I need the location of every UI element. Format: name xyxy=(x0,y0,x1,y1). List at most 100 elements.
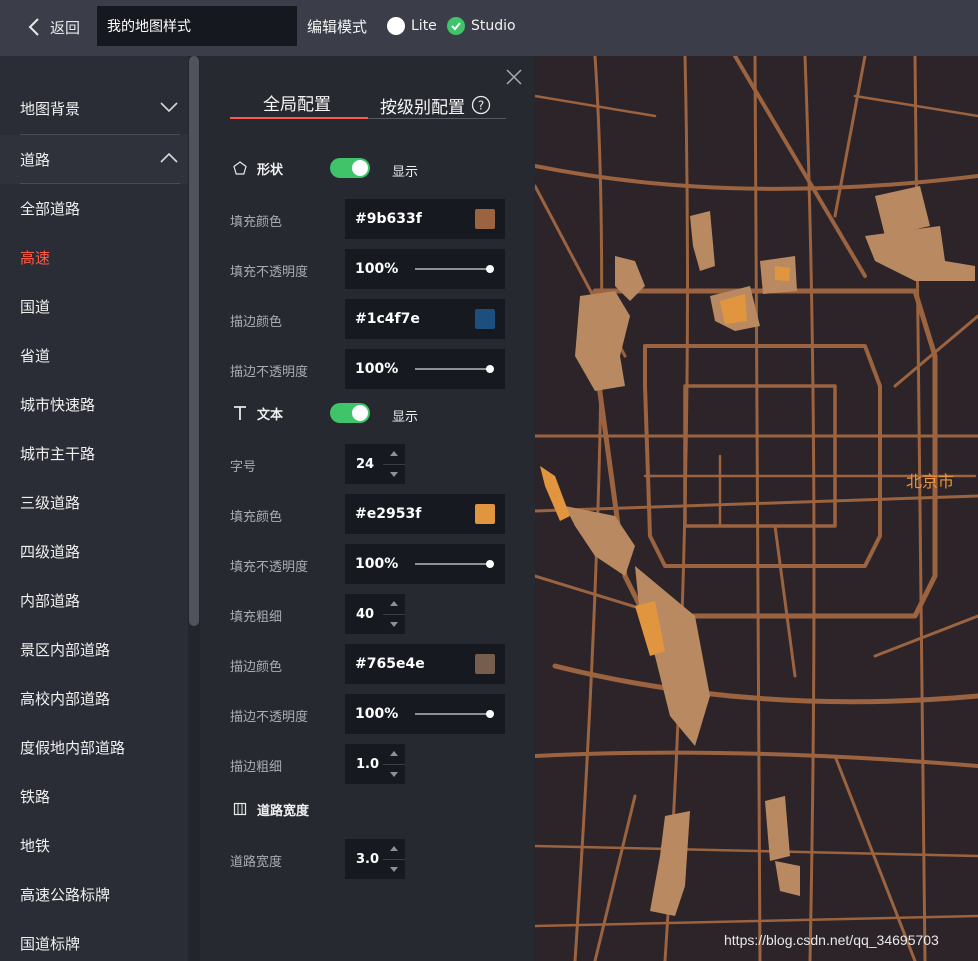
color-value: #765e4e xyxy=(355,656,425,672)
opacity-value: 100% xyxy=(355,261,399,277)
sidebar-item-road-type[interactable]: 国道标牌 xyxy=(0,919,188,961)
opacity-slider[interactable] xyxy=(415,365,494,373)
chevron-left-icon xyxy=(28,18,39,36)
tab-level-config[interactable]: 按级别配置 ? xyxy=(380,90,491,120)
sidebar-item-road-type[interactable]: 度假地内部道路 xyxy=(0,723,188,772)
stepper-arrows xyxy=(383,839,405,879)
color-swatch[interactable] xyxy=(475,504,495,524)
studio-mode-radio[interactable]: Studio xyxy=(447,16,516,36)
sidebar-group-map-background[interactable]: 地图背景 xyxy=(0,84,188,133)
back-button[interactable]: 返回 xyxy=(28,14,80,40)
sidebar-scrollbar[interactable] xyxy=(189,56,199,626)
tab-global-config[interactable]: 全局配置 xyxy=(263,90,331,120)
chevron-down-icon xyxy=(160,102,178,113)
text-fill-color-field[interactable]: #e2953f xyxy=(345,494,505,534)
text-visible-label: 显示 xyxy=(392,410,419,425)
shape-section-title: 形状 xyxy=(233,158,283,178)
style-name-input[interactable] xyxy=(97,6,297,46)
opacity-value: 100% xyxy=(355,706,399,722)
caret-up-icon[interactable] xyxy=(383,744,405,765)
text-stroke-color-label: 描边颜色 xyxy=(230,660,283,675)
road-width-stepper[interactable]: 3.0 xyxy=(345,839,405,879)
caret-down-icon[interactable] xyxy=(383,860,405,880)
text-icon xyxy=(234,406,246,420)
shape-fill-color-field[interactable]: #9b633f xyxy=(345,199,505,239)
color-swatch[interactable] xyxy=(475,654,495,674)
map-preview[interactable]: 北京市 https://blog.csdn.net/qq_34695703 xyxy=(535,56,978,961)
text-fill-weight-label: 填充粗细 xyxy=(230,610,283,625)
check-circle-icon xyxy=(447,17,465,35)
caret-up-icon[interactable] xyxy=(383,839,405,860)
shape-stroke-color-field[interactable]: #1c4f7e xyxy=(345,299,505,339)
config-panel: 全局配置 按级别配置 ? 形状 显示 填充颜色 #9b633f 填充不透明度 1… xyxy=(200,56,535,961)
caret-down-icon[interactable] xyxy=(383,465,405,485)
slider-handle[interactable] xyxy=(486,365,494,373)
text-stroke-weight-stepper[interactable]: 1.0 xyxy=(345,744,405,784)
road-width-label: 道路宽度 xyxy=(230,855,283,870)
sidebar-item-road-type[interactable]: 铁路 xyxy=(0,772,188,821)
land-areas xyxy=(565,186,975,916)
watermark-text: https://blog.csdn.net/qq_34695703 xyxy=(724,932,939,948)
color-swatch[interactable] xyxy=(475,309,495,329)
sidebar-item-road-type[interactable]: 三级道路 xyxy=(0,478,188,527)
sidebar-item-road-type[interactable]: 省道 xyxy=(0,331,188,380)
stepper-arrows xyxy=(383,744,405,784)
radio-unchecked-icon xyxy=(387,17,405,35)
shape-stroke-opacity-field[interactable]: 100% xyxy=(345,349,505,389)
text-visible-toggle[interactable] xyxy=(330,403,370,423)
city-label: 北京市 xyxy=(906,472,955,491)
sidebar-item-road-type[interactable]: 地铁 xyxy=(0,821,188,870)
tab-active-indicator xyxy=(230,117,368,119)
sidebar-item-road-type[interactable]: 高校内部道路 xyxy=(0,674,188,723)
close-icon[interactable] xyxy=(505,68,523,86)
layer-sidebar: 地图背景 道路 全部道路 高速 国道 省道 城市快速路 城市主干路 三级道路 四级道路 内部道路… xyxy=(0,56,200,961)
text-fill-weight-stepper[interactable]: 40 xyxy=(345,594,405,634)
font-size-stepper[interactable]: 24 xyxy=(345,444,405,484)
caret-down-icon[interactable] xyxy=(383,765,405,785)
text-fill-opacity-field[interactable]: 100% xyxy=(345,544,505,584)
text-stroke-opacity-field[interactable]: 100% xyxy=(345,694,505,734)
slider-handle[interactable] xyxy=(486,710,494,718)
sidebar-item-road-type[interactable]: 国道 xyxy=(0,282,188,331)
shape-stroke-opacity-label: 描边不透明度 xyxy=(230,365,309,380)
sidebar-item-road-type[interactable]: 城市主干路 xyxy=(0,429,188,478)
sidebar-item-road-type[interactable]: 全部道路 xyxy=(0,184,188,233)
lite-mode-radio[interactable]: Lite xyxy=(387,16,437,36)
opacity-slider[interactable] xyxy=(415,560,494,568)
sidebar-item-road-type[interactable]: 城市快速路 xyxy=(0,380,188,429)
opacity-slider[interactable] xyxy=(415,265,494,273)
color-value: #e2953f xyxy=(355,506,422,522)
text-stroke-opacity-label: 描边不透明度 xyxy=(230,710,309,725)
shape-fill-opacity-field[interactable]: 100% xyxy=(345,249,505,289)
caret-down-icon[interactable] xyxy=(383,615,405,635)
stepper-arrows xyxy=(383,594,405,634)
sidebar-item-road-type[interactable]: 景区内部道路 xyxy=(0,625,188,674)
shape-fill-opacity-label: 填充不透明度 xyxy=(230,265,309,280)
sidebar-item-road-type[interactable]: 高速公路标牌 xyxy=(0,870,188,919)
opacity-slider[interactable] xyxy=(415,710,494,718)
color-value: #9b633f xyxy=(355,211,422,227)
color-value: #1c4f7e xyxy=(355,311,420,327)
opacity-value: 100% xyxy=(355,361,399,377)
text-stroke-color-field[interactable]: #765e4e xyxy=(345,644,505,684)
map-canvas[interactable] xyxy=(535,56,978,961)
stepper-value: 1.0 xyxy=(356,756,380,772)
sidebar-group-road[interactable]: 道路 xyxy=(0,135,188,184)
slider-handle[interactable] xyxy=(486,265,494,273)
sidebar-item-road-type[interactable]: 高速 xyxy=(0,233,188,282)
color-swatch[interactable] xyxy=(475,209,495,229)
sidebar-item-road-type[interactable]: 内部道路 xyxy=(0,576,188,625)
sidebar-item-road-type[interactable]: 四级道路 xyxy=(0,527,188,576)
help-icon[interactable]: ? xyxy=(471,95,491,115)
caret-up-icon[interactable] xyxy=(383,594,405,615)
map-style-editor: 返回 编辑模式 Lite Studio 地图背景 道路 全部道路高速国道省道城市… xyxy=(0,0,978,961)
slider-handle[interactable] xyxy=(486,560,494,568)
shape-visible-toggle[interactable] xyxy=(330,158,370,178)
font-size-label: 字号 xyxy=(230,460,257,475)
section-label: 文本 xyxy=(257,407,284,423)
stepper-arrows xyxy=(383,444,405,484)
studio-label: Studio xyxy=(471,18,516,34)
text-fill-opacity-label: 填充不透明度 xyxy=(230,560,309,575)
caret-up-icon[interactable] xyxy=(383,444,405,465)
lite-label: Lite xyxy=(411,18,437,34)
